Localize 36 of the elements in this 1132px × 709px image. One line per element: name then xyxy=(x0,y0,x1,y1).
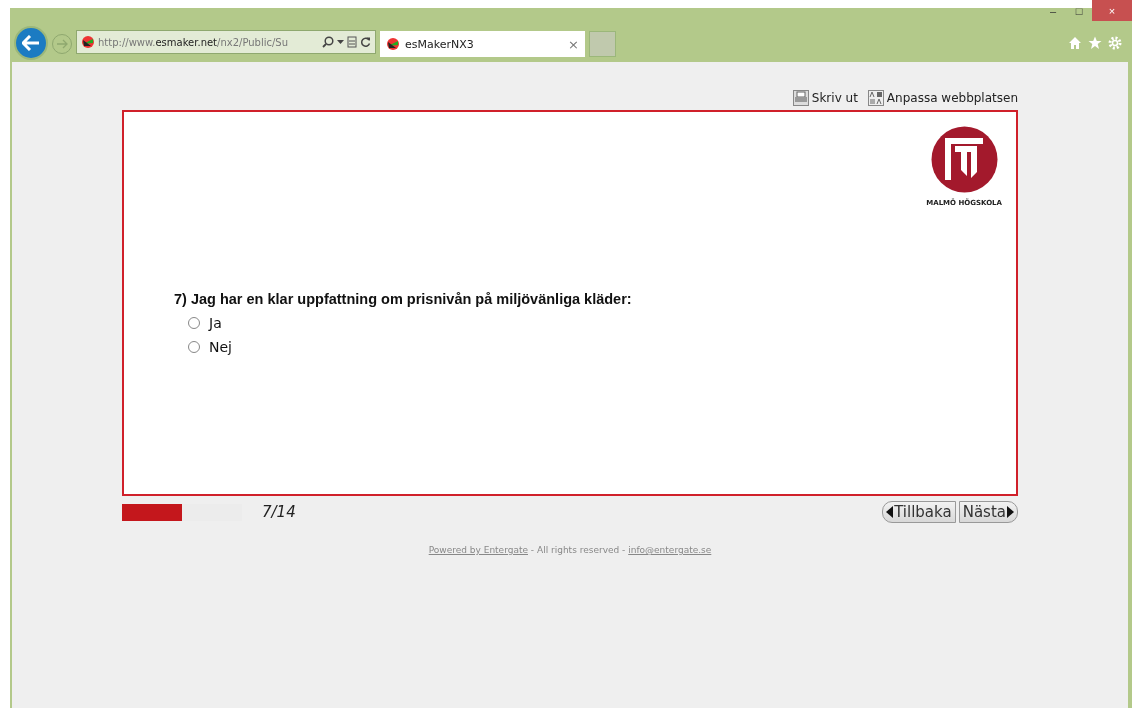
tab-close-button[interactable]: × xyxy=(568,36,579,52)
printer-icon xyxy=(792,90,809,106)
home-icon[interactable] xyxy=(1068,36,1082,50)
print-link[interactable]: Skriv ut xyxy=(792,90,858,106)
answer-option[interactable]: Nej xyxy=(188,339,1002,355)
url-text: http://www.esmaker.net/nx2/Public/Su xyxy=(98,36,290,48)
site-favicon-icon xyxy=(81,35,95,49)
star-icon[interactable] xyxy=(1088,36,1102,50)
maximize-button[interactable]: □ xyxy=(1066,0,1092,21)
text-size-icon xyxy=(867,90,884,106)
question-text: 7) Jag har en klar uppfattning om prisnivån på miljövänliga kläder: xyxy=(174,291,633,307)
settings-icon[interactable] xyxy=(1108,36,1122,50)
radio-button[interactable] xyxy=(188,317,200,329)
address-bar[interactable]: http://www.esmaker.net/nx2/Public/Su xyxy=(76,30,376,54)
right-triangle-icon xyxy=(1007,506,1014,518)
rights-text: - All rights reserved - xyxy=(529,545,627,555)
tab-title: esMakerNX3 xyxy=(405,37,475,51)
compatibility-icon[interactable] xyxy=(347,36,357,48)
radio-button[interactable] xyxy=(188,341,200,353)
back-nav-button[interactable]: Tillbaka xyxy=(882,501,956,523)
right-arrow-icon xyxy=(56,39,68,49)
search-icon[interactable] xyxy=(322,36,334,48)
left-triangle-icon xyxy=(886,506,894,518)
dropdown-caret-icon[interactable] xyxy=(337,40,344,44)
customize-link[interactable]: Anpassa webbplatsen xyxy=(867,90,1018,106)
back-button[interactable] xyxy=(14,26,48,60)
browser-tab[interactable]: esMakerNX3 × xyxy=(380,31,585,57)
refresh-icon[interactable] xyxy=(360,36,371,48)
page-counter: 7/14 xyxy=(262,503,297,521)
minimize-button[interactable]: – xyxy=(1040,0,1066,21)
next-nav-button[interactable]: Nästa xyxy=(958,501,1018,523)
answer-option[interactable]: Ja xyxy=(188,315,1002,331)
logo-emblem-icon xyxy=(930,126,998,193)
close-button[interactable]: × xyxy=(1092,0,1132,21)
left-arrow-icon xyxy=(22,35,40,51)
site-favicon-icon xyxy=(386,37,400,51)
